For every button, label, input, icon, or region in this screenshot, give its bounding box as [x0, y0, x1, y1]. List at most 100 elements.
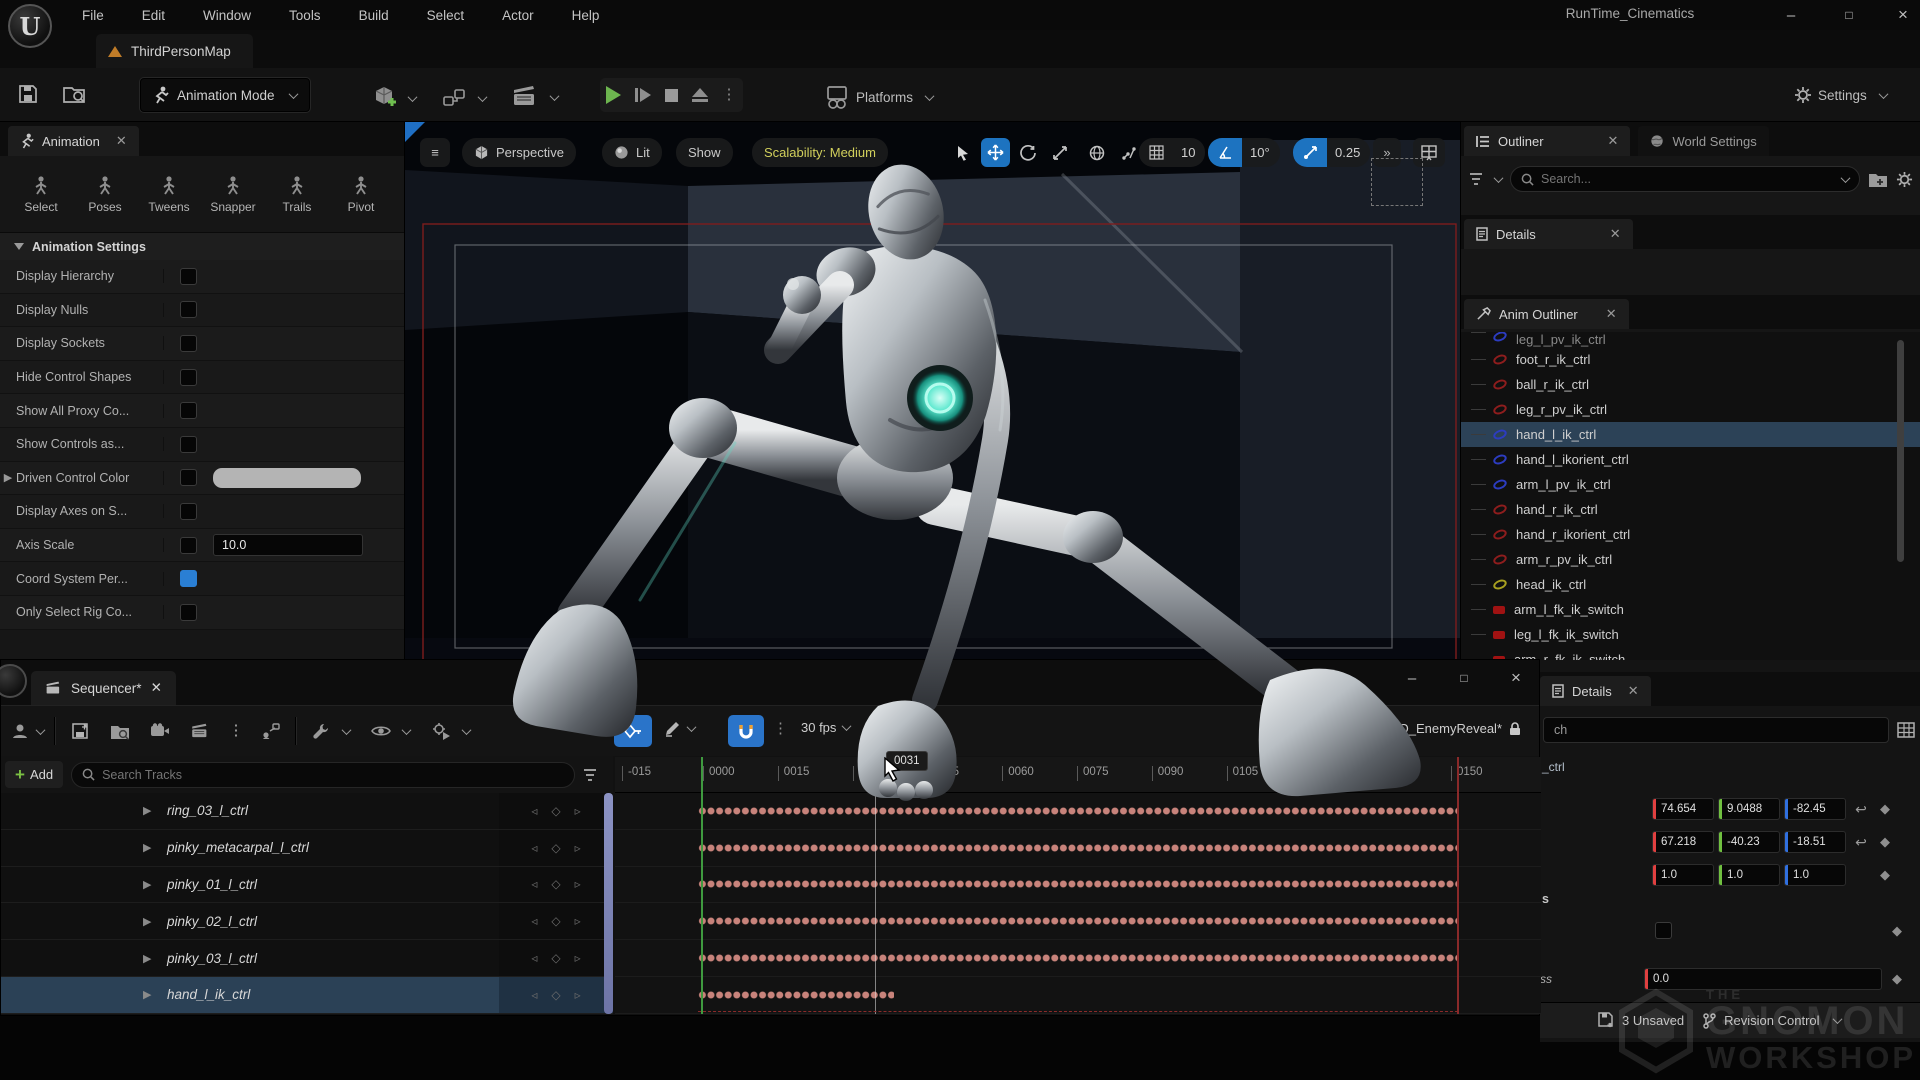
anim-control-row[interactable]: hand_l_ikorient_ctrl [1461, 447, 1920, 472]
value-y-field[interactable]: -40.23 [1718, 831, 1780, 853]
timeline-track-row[interactable] [615, 977, 1541, 1014]
actor-hierarchy-icon[interactable] [255, 716, 285, 746]
chevron-down-icon[interactable] [36, 725, 46, 735]
next-key-icon[interactable]: ▹ [575, 988, 581, 1002]
close-icon[interactable]: ✕ [1628, 683, 1639, 699]
track-search[interactable] [71, 762, 575, 788]
keyframe-dots[interactable] [698, 952, 1458, 964]
setting-checkbox[interactable] [180, 537, 197, 554]
platforms-dropdown[interactable]: Platforms [818, 80, 939, 114]
timeline-track-row[interactable] [615, 903, 1541, 940]
anim-outliner-scrollbar[interactable] [1897, 340, 1904, 562]
anim-control-row[interactable]: foot_r_ik_ctrl [1461, 347, 1920, 372]
sequence-breadcrumb[interactable]: SQ_EnemyReveal* [1390, 721, 1521, 736]
frame-skip-button[interactable] [635, 88, 651, 102]
setting-checkbox[interactable] [180, 402, 197, 419]
anim-control-row[interactable]: arm_l_fk_ik_switch [1461, 597, 1920, 622]
setting-checkbox[interactable] [180, 503, 197, 520]
keyframe-diamond-icon[interactable]: ◆ [1892, 971, 1902, 987]
expand-arrow-icon[interactable]: ▶ [143, 841, 151, 854]
save-sequence-icon[interactable] [65, 716, 95, 746]
menu-item[interactable]: Help [568, 6, 604, 25]
tab-details-bottom[interactable]: Details ✕ [1540, 676, 1651, 706]
anim-control-row[interactable]: leg_l_pv_ik_ctrl [1461, 332, 1920, 347]
stop-button[interactable] [665, 89, 678, 102]
reset-to-default-icon[interactable]: ↩ [1850, 801, 1872, 818]
tab-details[interactable]: Details ✕ [1464, 219, 1633, 249]
setting-checkbox[interactable] [180, 469, 197, 486]
expand-arrow-icon[interactable]: ▶ [143, 915, 151, 928]
next-key-icon[interactable]: ▹ [575, 914, 581, 928]
chevron-down-icon[interactable] [342, 725, 352, 735]
select-tool-icon[interactable] [949, 138, 978, 167]
keyframe-dots[interactable] [698, 989, 894, 1001]
snap-magnet-button[interactable] [728, 715, 764, 747]
setting-checkbox[interactable] [180, 369, 197, 386]
timeline-track-row[interactable] [615, 867, 1541, 904]
anim-control-row[interactable]: head_ik_ctrl [1461, 572, 1920, 597]
animation-tool-button[interactable]: Select [14, 175, 68, 214]
scale-snap-control[interactable]: 0.25 [1293, 138, 1370, 167]
value-x-field[interactable]: 74.654 [1652, 798, 1714, 820]
outliner-settings-gear-icon[interactable] [1896, 171, 1913, 188]
extra-value-field[interactable]: 0.0 [1644, 968, 1882, 990]
rotation-snap-control[interactable]: 10° [1208, 138, 1280, 167]
animation-tool-button[interactable]: Snapper [206, 175, 260, 214]
move-tool-icon[interactable] [981, 138, 1010, 167]
lock-icon[interactable] [1509, 722, 1521, 736]
playback-options-icon[interactable] [426, 716, 456, 746]
sequencer-maximize-button[interactable]: □ [1451, 666, 1477, 690]
anim-control-row[interactable]: arm_r_pv_ik_ctrl [1461, 547, 1920, 572]
keyframe-diamond-icon[interactable]: ◆ [1880, 867, 1890, 883]
add-key-icon[interactable]: ◇ [551, 804, 560, 818]
menu-item[interactable]: Edit [138, 6, 169, 25]
maximize-button[interactable]: □ [1836, 3, 1862, 27]
keyframe-diamond-icon[interactable]: ◆ [1880, 801, 1890, 817]
setting-checkbox[interactable] [180, 436, 197, 453]
render-movie-icon[interactable] [185, 716, 215, 746]
world-space-icon[interactable] [1082, 138, 1111, 167]
keyframe-diamond-icon[interactable]: ◆ [1892, 923, 1902, 939]
animation-mode-dropdown[interactable]: Animation Mode [140, 78, 310, 112]
anim-control-row[interactable]: leg_r_pv_ik_ctrl [1461, 397, 1920, 422]
expand-arrow-icon[interactable]: ▶ [143, 952, 151, 965]
close-icon[interactable]: ✕ [151, 680, 162, 696]
keyframe-dots[interactable] [698, 915, 1458, 927]
playback-start-marker[interactable] [701, 757, 703, 1014]
close-icon[interactable]: ✕ [1608, 133, 1619, 149]
next-key-icon[interactable]: ▹ [575, 877, 581, 891]
outliner-search[interactable] [1510, 166, 1860, 192]
value-y-field[interactable]: 1.0 [1718, 864, 1780, 886]
setting-checkbox[interactable] [180, 335, 197, 352]
playhead-handle[interactable] [869, 757, 883, 793]
browse-content-icon[interactable] [62, 82, 88, 106]
animation-tool-button[interactable]: Pivot [334, 175, 388, 214]
anim-control-row[interactable]: ball_r_ik_ctrl [1461, 372, 1920, 397]
eject-button[interactable] [692, 88, 708, 102]
reset-to-default-icon[interactable]: ↩ [1850, 834, 1872, 851]
play-options-icon[interactable]: ⋮ [722, 90, 737, 100]
add-track-button[interactable]: + Add [5, 761, 63, 788]
add-key-icon[interactable]: ◇ [551, 914, 560, 928]
chevron-down-icon[interactable] [1841, 173, 1851, 183]
save-icon[interactable] [16, 82, 40, 106]
menu-item[interactable]: Select [423, 6, 469, 25]
play-button[interactable] [606, 86, 621, 104]
add-key-icon[interactable]: ◇ [551, 951, 560, 965]
playback-end-marker[interactable] [1457, 757, 1459, 1014]
animation-tool-button[interactable]: Poses [78, 175, 132, 214]
expand-arrow-icon[interactable]: ▶ [143, 804, 151, 817]
fps-dropdown[interactable]: 30 fps [801, 720, 850, 735]
new-folder-icon[interactable] [1868, 171, 1888, 188]
tab-world-settings[interactable]: World Settings [1638, 126, 1768, 156]
value-z-field[interactable]: -82.45 [1784, 798, 1846, 820]
setting-checkbox[interactable] [180, 570, 197, 587]
value-z-field[interactable]: -18.51 [1784, 831, 1846, 853]
curve-pencil-dropdown[interactable] [664, 720, 695, 737]
close-button[interactable]: × [1890, 3, 1916, 27]
cinematics-dropdown[interactable] [506, 80, 564, 114]
sequencer-close-button[interactable]: × [1503, 666, 1529, 690]
menu-item[interactable]: Tools [285, 6, 325, 25]
next-key-icon[interactable]: ▹ [575, 951, 581, 965]
keyframe-dots[interactable] [698, 805, 1458, 817]
